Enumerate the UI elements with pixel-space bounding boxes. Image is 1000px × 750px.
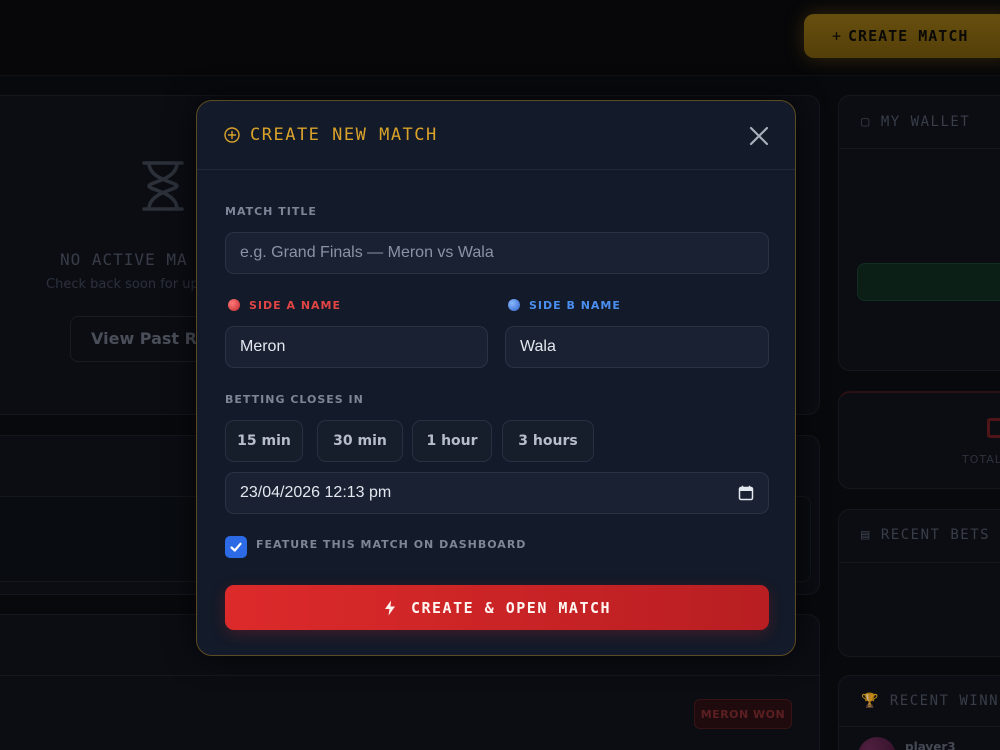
side-b-dot-icon [508,299,520,311]
create-open-match-button[interactable]: CREATE & OPEN MATCH [225,585,769,630]
create-match-modal: CREATE NEW MATCH MATCH TITLE SIDE A NAME… [196,100,796,656]
feature-label: FEATURE THIS MATCH ON DASHBOARD [256,538,527,551]
feature-checkbox[interactable] [225,536,247,558]
modal-header: CREATE NEW MATCH [197,101,795,170]
bolt-icon [384,600,395,615]
match-title-input[interactable] [225,232,769,274]
submit-label: CREATE & OPEN MATCH [410,598,612,617]
side-b-input[interactable] [505,326,769,368]
close-30-min-button[interactable]: 30 min [317,420,403,462]
close-1-hour-button[interactable]: 1 hour [412,420,492,462]
betting-closes-label: BETTING CLOSES IN [225,393,364,406]
side-b-label: SIDE B NAME [529,299,621,312]
datetime-value: 23/04/2026 12:13 pm [240,484,392,501]
side-a-dot-icon [228,299,240,311]
close-datetime-input[interactable]: 23/04/2026 12:13 pm [225,472,769,514]
match-title-label: MATCH TITLE [225,205,317,218]
side-a-label: SIDE A NAME [249,299,342,312]
check-icon [230,542,242,552]
side-a-input[interactable] [225,326,488,368]
calendar-icon[interactable] [738,485,754,501]
close-3-hours-button[interactable]: 3 hours [502,420,594,462]
close-15-min-button[interactable]: 15 min [225,420,303,462]
modal-title: CREATE NEW MATCH [250,125,438,145]
close-icon[interactable] [747,124,771,148]
plus-circle-icon [224,127,240,143]
